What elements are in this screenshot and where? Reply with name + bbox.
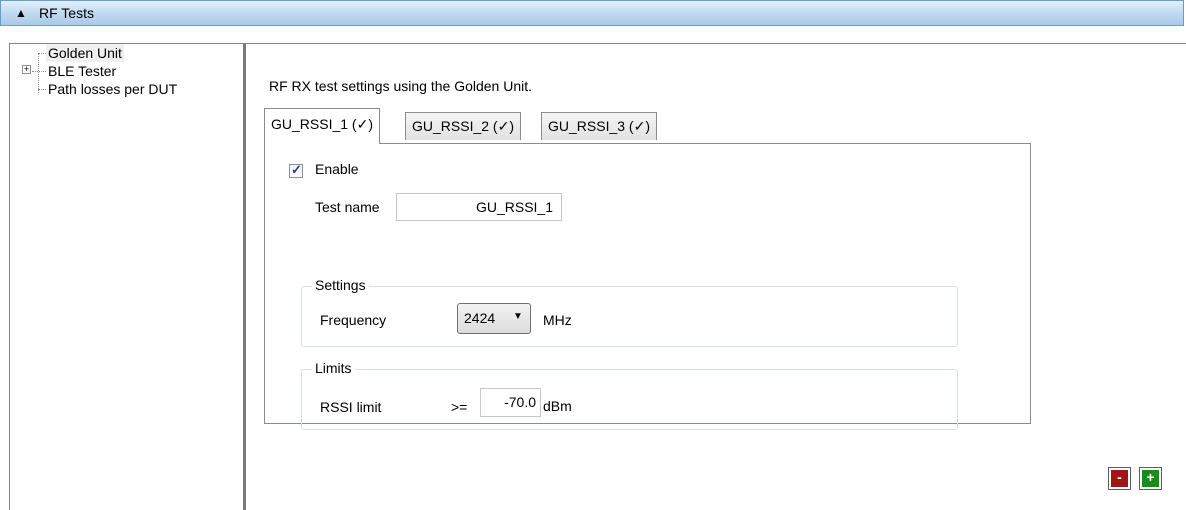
rssi-limit-field[interactable]: -70.0 (480, 388, 541, 417)
content-pane: RF RX test settings using the Golden Uni… (246, 43, 1186, 510)
tree-item-label: BLE Tester (48, 63, 117, 79)
expand-plus-icon[interactable]: + (22, 65, 31, 74)
panel-title: RF Tests (39, 5, 94, 21)
tree-connector (38, 89, 46, 90)
enable-checkbox[interactable]: ✓ (289, 162, 303, 178)
frequency-value: 2424 (464, 310, 496, 326)
tab-gu-rssi-3[interactable]: GU_RSSI_3 (✓) (541, 112, 657, 140)
enable-label[interactable]: Enable (315, 161, 359, 177)
rssi-limit-label: RSSI limit (320, 399, 382, 415)
collapse-triangle-icon[interactable]: ▲ (15, 6, 27, 20)
tree-connector (38, 53, 46, 54)
tab-gu-rssi-2[interactable]: GU_RSSI_2 (✓) (405, 112, 521, 140)
frequency-unit: MHz (543, 312, 572, 328)
tree-item-label: Path losses per DUT (48, 81, 178, 97)
settings-group: Settings Frequency 2424 ▼ MHz (301, 277, 958, 347)
comparison-operator: >= (451, 399, 468, 415)
frequency-label: Frequency (320, 312, 387, 328)
tab-panel: ✓ Enable Test name GU_RSSI_1 Settings Fr… (264, 143, 1031, 430)
rf-tests-header[interactable]: ▲ RF Tests (0, 0, 1184, 26)
test-tree: Golden Unit + BLE Tester Path losses per… (9, 43, 246, 510)
limits-group: Limits RSSI limit >= -70.0 dBm (301, 360, 958, 430)
tree-item-label: Golden Unit (46, 44, 124, 62)
test-name-field[interactable]: GU_RSSI_1 (396, 193, 562, 221)
remove-test-button[interactable]: - (1108, 467, 1131, 490)
limits-group-title: Limits (312, 360, 355, 376)
tree-item-path-losses[interactable]: Path losses per DUT (10, 80, 230, 98)
dropdown-arrow-icon: ▼ (513, 311, 523, 322)
test-name-label: Test name (315, 199, 380, 215)
rssi-unit: dBm (543, 398, 572, 414)
tab-gu-rssi-1[interactable]: GU_RSSI_1 (✓) (264, 108, 380, 144)
tree-connector (32, 71, 46, 72)
tree-item-ble-tester[interactable]: + BLE Tester (10, 62, 230, 80)
checkmark-icon: ✓ (291, 162, 302, 177)
tree-item-golden-unit[interactable]: Golden Unit (10, 44, 230, 62)
frequency-dropdown[interactable]: 2424 ▼ (457, 303, 531, 334)
page-description: RF RX test settings using the Golden Uni… (269, 78, 533, 94)
add-test-button[interactable]: + (1139, 467, 1162, 490)
settings-group-title: Settings (312, 277, 369, 293)
